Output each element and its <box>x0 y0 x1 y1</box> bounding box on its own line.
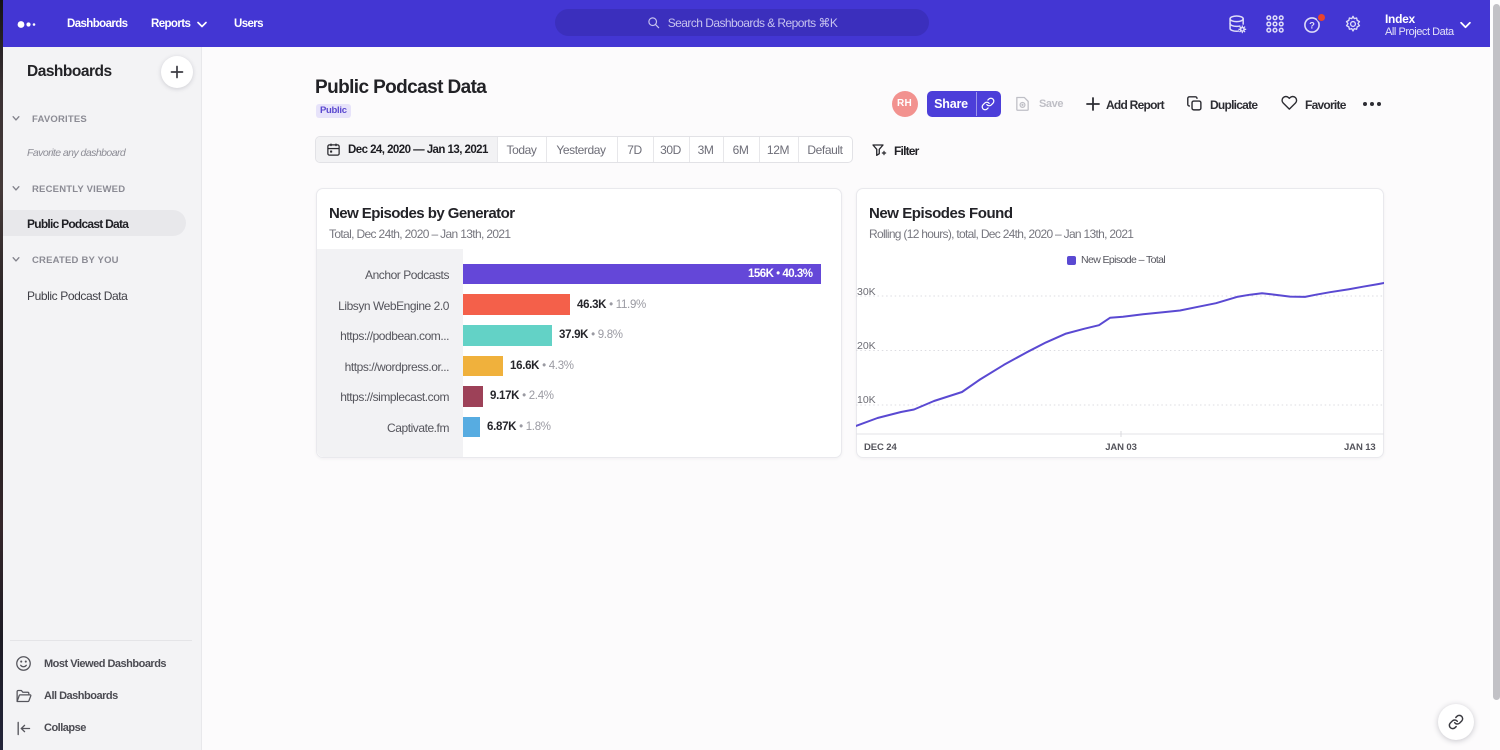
svg-text:?: ? <box>1309 20 1315 31</box>
